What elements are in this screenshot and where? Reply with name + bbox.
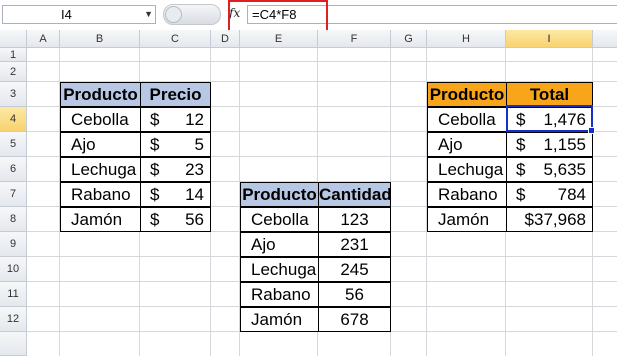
quantity-table-producto[interactable]: Jamón [240, 307, 319, 332]
price-table-producto[interactable]: Ajo [60, 132, 141, 157]
grip-knob-icon [165, 6, 182, 23]
column-header-i[interactable]: I [506, 30, 593, 48]
currency-symbol: $ [516, 185, 526, 204]
name-box-value: I4 [61, 7, 72, 22]
total-table-producto[interactable]: Lechuga [427, 157, 507, 182]
quantity-table-producto[interactable]: Lechuga [240, 257, 319, 282]
price-value: 23 [185, 160, 204, 179]
row-header-4[interactable]: 4 [0, 107, 27, 132]
total-table-producto[interactable]: Ajo [427, 132, 507, 157]
column-header-c[interactable]: C [140, 30, 211, 48]
price-value: 56 [185, 210, 204, 229]
column-header-e[interactable]: E [240, 30, 318, 48]
currency-symbol: $ [150, 185, 160, 204]
formula-input[interactable]: =C4*F8 [247, 5, 617, 24]
column-header-a[interactable]: A [27, 30, 60, 48]
column-header-b[interactable]: B [60, 30, 140, 48]
row-header-12[interactable]: 12 [0, 307, 27, 332]
name-box[interactable]: I4 ▼ [2, 5, 156, 24]
currency-symbol: $ [516, 110, 526, 129]
currency-symbol: $ [150, 210, 160, 229]
total-table-header-total[interactable]: Total [506, 82, 593, 107]
row-header-5[interactable]: 5 [0, 132, 27, 157]
price-table-precio[interactable]: $12 [140, 107, 211, 132]
row-header-13[interactable] [0, 332, 27, 356]
price-value: 14 [185, 185, 204, 204]
total-table-total[interactable]: $1,155 [506, 132, 593, 157]
price-table-precio[interactable]: $23 [140, 157, 211, 182]
total-value: 1,476 [543, 110, 586, 129]
select-all-corner[interactable] [0, 30, 27, 48]
row-header-9[interactable]: 9 [0, 232, 27, 257]
price-table-precio[interactable]: $5 [140, 132, 211, 157]
quantity-table-producto[interactable]: Cebolla [240, 207, 319, 232]
total-table-total[interactable]: $784 [506, 182, 593, 207]
quantity-table-cantidad[interactable]: 678 [318, 307, 391, 332]
total-value: 5,635 [543, 160, 586, 179]
formula-bar: I4 ▼ fx =C4*F8 [0, 0, 617, 31]
price-value: 12 [185, 110, 204, 129]
column-header-j[interactable] [593, 30, 617, 48]
row-header-10[interactable]: 10 [0, 257, 27, 282]
price-table-header-producto[interactable]: Producto [60, 82, 141, 107]
price-table-precio[interactable]: $56 [140, 207, 211, 232]
quantity-table-header-producto[interactable]: Producto [240, 182, 319, 207]
currency-symbol: $ [516, 135, 526, 154]
total-table-total[interactable]: $1,476 [506, 107, 593, 132]
quantity-table-cantidad[interactable]: 231 [318, 232, 391, 257]
price-table-producto[interactable]: Lechuga [60, 157, 141, 182]
currency-symbol: $ [150, 110, 160, 129]
total-value: 1,155 [543, 135, 586, 154]
total-value: 784 [557, 185, 586, 204]
total-table-total[interactable]: $5,635 [506, 157, 593, 182]
total-table-header-producto[interactable]: Producto [427, 82, 507, 107]
row-header-6[interactable]: 6 [0, 157, 27, 182]
column-header-f[interactable]: F [318, 30, 391, 48]
total-table-producto[interactable]: Cebolla [427, 107, 507, 132]
price-table-producto[interactable]: Jamón [60, 207, 141, 232]
column-header-g[interactable]: G [391, 30, 427, 48]
total-table-producto[interactable]: Rabano [427, 182, 507, 207]
chevron-down-icon[interactable]: ▼ [144, 6, 153, 23]
formula-bar-resize-handle[interactable] [163, 4, 221, 25]
column-header-h[interactable]: H [427, 30, 506, 48]
row-header-1[interactable]: 1 [0, 48, 27, 62]
total-value: $37,968 [524, 210, 586, 229]
currency-symbol: $ [150, 160, 160, 179]
row-header-11[interactable]: 11 [0, 282, 27, 307]
quantity-table-cantidad[interactable]: 56 [318, 282, 391, 307]
total-table-producto[interactable]: Jamón [427, 207, 507, 232]
insert-function-icon[interactable]: fx [229, 6, 240, 20]
price-table-producto[interactable]: Cebolla [60, 107, 141, 132]
price-table-precio[interactable]: $14 [140, 182, 211, 207]
quantity-table-cantidad[interactable]: 123 [318, 207, 391, 232]
currency-symbol: $ [516, 160, 526, 179]
price-table-header-precio[interactable]: Precio [140, 82, 211, 107]
total-table-total[interactable]: $37,968 [506, 207, 593, 232]
row-header-2[interactable]: 2 [0, 62, 27, 82]
gridline [27, 61, 617, 62]
row-header-8[interactable]: 8 [0, 207, 27, 232]
quantity-table-header-cantidad[interactable]: Cantidad [318, 182, 391, 207]
quantity-table-cantidad[interactable]: 245 [318, 257, 391, 282]
quantity-table-producto[interactable]: Rabano [240, 282, 319, 307]
quantity-table-producto[interactable]: Ajo [240, 232, 319, 257]
price-table-producto[interactable]: Rabano [60, 182, 141, 207]
currency-symbol: $ [150, 135, 160, 154]
row-header-3[interactable]: 3 [0, 82, 27, 107]
row-header-7[interactable]: 7 [0, 182, 27, 207]
price-value: 5 [194, 135, 204, 154]
column-header-d[interactable]: D [211, 30, 240, 48]
